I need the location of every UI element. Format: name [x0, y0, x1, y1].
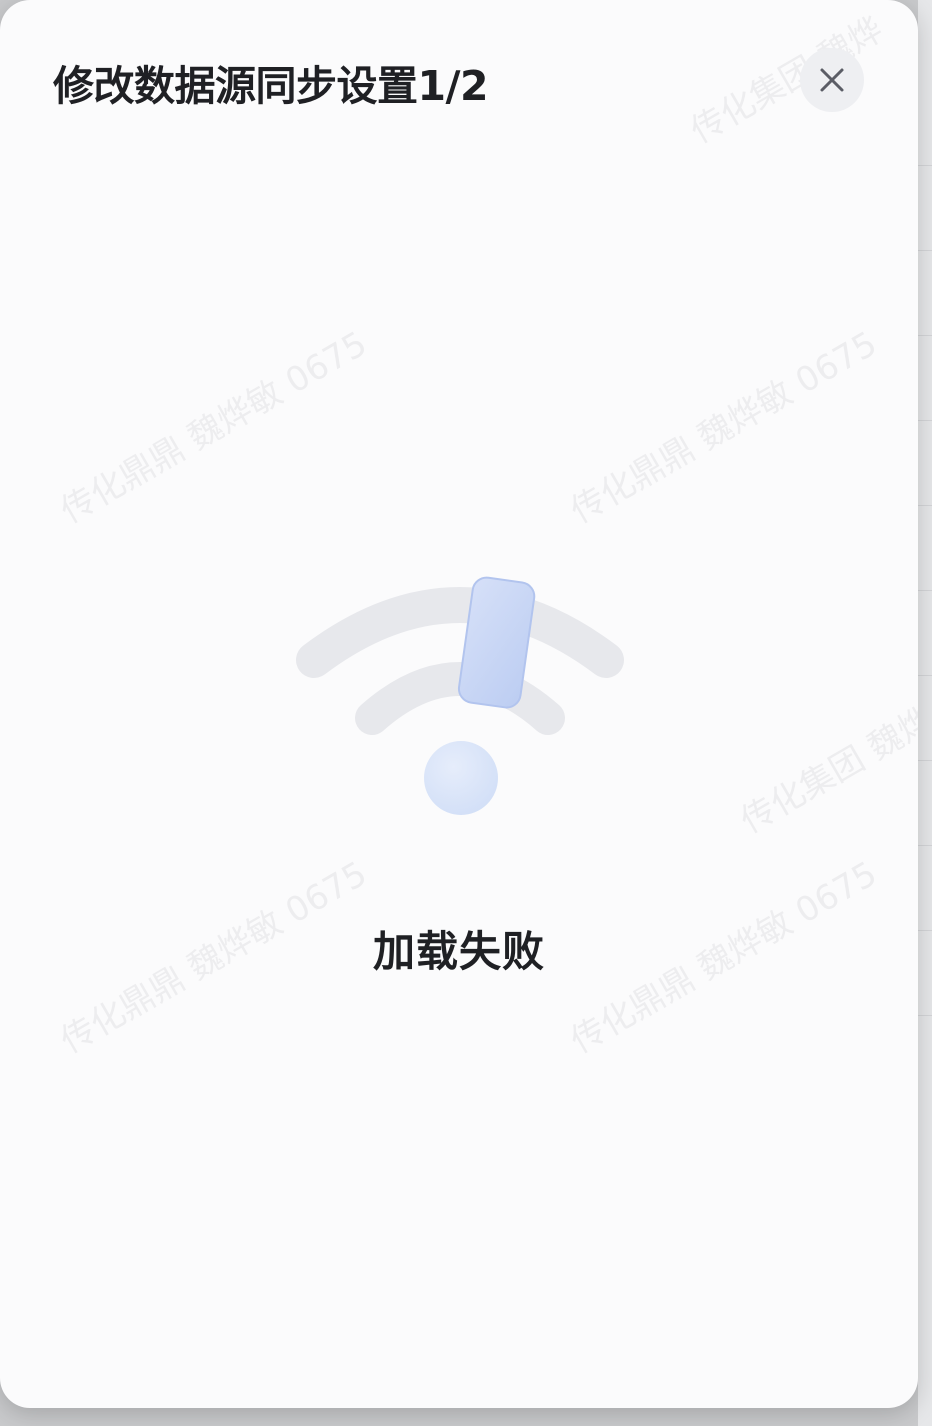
background-divider [918, 675, 932, 676]
background-page-edge [918, 0, 932, 1426]
background-divider [918, 335, 932, 336]
wifi-error-icon [296, 576, 624, 815]
background-divider [918, 590, 932, 591]
watermark-text: 传化鼎鼎 魏烨敏 0675 [54, 323, 374, 532]
background-divider [918, 845, 932, 846]
background-divider [918, 930, 932, 931]
sync-settings-dialog: 传化鼎鼎 魏烨敏 0675 传化鼎鼎 魏烨敏 0675 传化鼎鼎 魏烨敏 067… [0, 0, 918, 1408]
background-divider [918, 420, 932, 421]
close-icon [820, 68, 844, 92]
background-divider [918, 1015, 932, 1016]
dialog-title: 修改数据源同步设置1/2 [53, 62, 489, 110]
load-failed-message: 加载失败 [372, 927, 545, 976]
close-button[interactable] [800, 48, 864, 112]
watermark-text: 传化集团 魏烨 [734, 699, 918, 842]
background-divider [918, 250, 932, 251]
background-divider [918, 165, 932, 166]
background-divider [918, 505, 932, 506]
watermark-text: 传化鼎鼎 魏烨敏 0675 [564, 323, 884, 532]
background-divider [918, 760, 932, 761]
